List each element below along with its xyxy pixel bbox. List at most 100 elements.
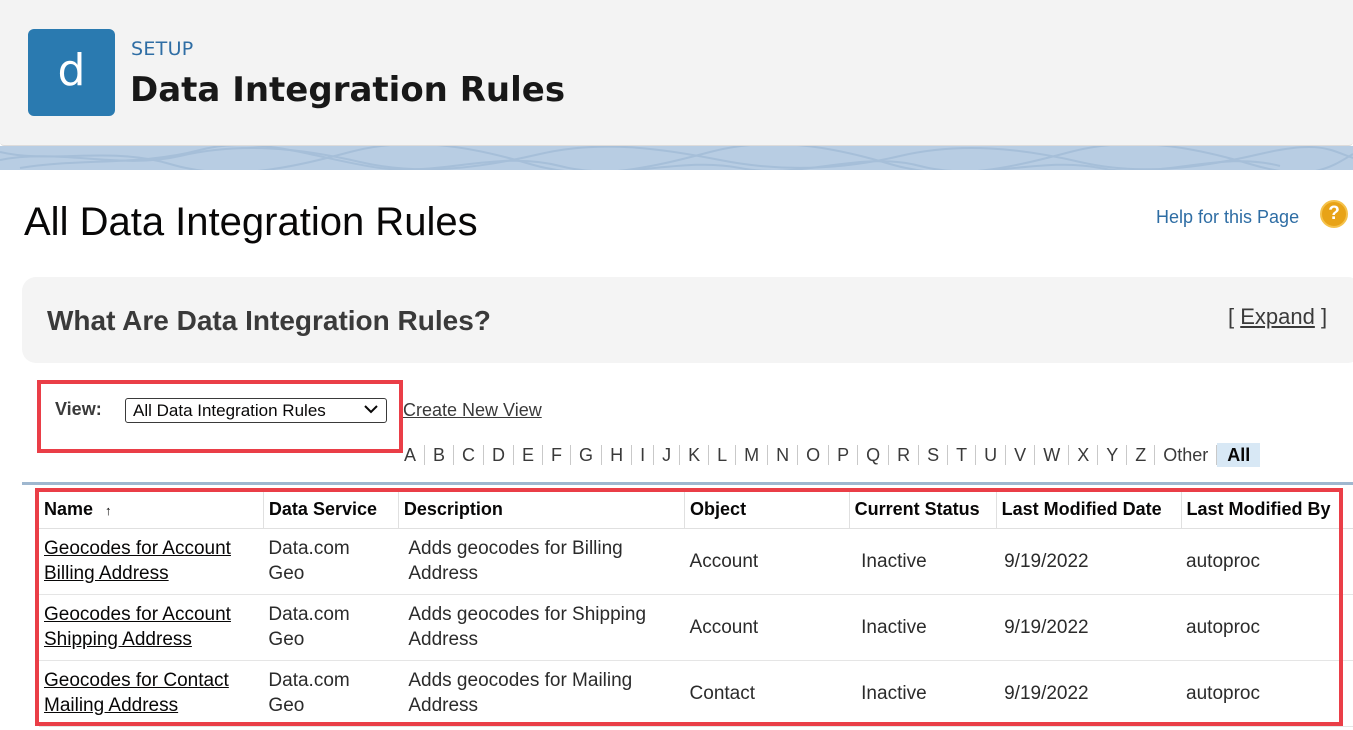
rule-name-link[interactable]: Geocodes for Contact Mailing Address — [44, 670, 229, 716]
cell-object: Account — [684, 594, 850, 661]
alpha-filter: A B C D E F G H I J K L M N O P Q R S T U V W X Y Z Other All — [396, 443, 1261, 467]
column-header-name-label: Name — [44, 499, 94, 520]
service-line2: Geo — [268, 563, 305, 584]
alpha-filter-b[interactable]: B — [425, 445, 455, 465]
alpha-filter-o[interactable]: O — [798, 445, 830, 465]
alpha-filter-i[interactable]: I — [632, 445, 655, 465]
chevron-down-icon — [364, 405, 378, 414]
expand-open-bracket: [ — [1228, 304, 1241, 329]
alpha-filter-a[interactable]: A — [396, 445, 426, 465]
column-header-description[interactable]: Description — [397, 492, 685, 529]
cell-modified-by: autoproc — [1181, 528, 1353, 595]
sort-ascending-icon: ↑ — [105, 503, 112, 519]
setup-breadcrumb[interactable]: SETUP — [131, 38, 194, 60]
cell-data-service: Data.com Geo — [263, 660, 399, 727]
help-link[interactable]: Help for this Page — [1156, 207, 1299, 228]
alpha-filter-g[interactable]: G — [571, 445, 603, 465]
column-header-last-modified-date[interactable]: Last Modified Date — [995, 492, 1182, 529]
desc-line1: Adds geocodes for Billing — [408, 538, 623, 559]
cell-description: Adds geocodes for Shipping Address — [398, 594, 685, 661]
rules-table-container: Name ↑ Data Service Description Object Cu… — [22, 482, 1353, 730]
expand-close-bracket: ] — [1314, 304, 1328, 329]
alpha-filter-n[interactable]: N — [768, 445, 799, 465]
view-label: View: — [55, 399, 102, 419]
topography-pattern-icon — [0, 146, 1353, 170]
alpha-filter-e[interactable]: E — [514, 445, 544, 465]
rules-table: Name ↑ Data Service Description Object Cu… — [39, 492, 1353, 727]
service-line2: Geo — [268, 629, 305, 650]
expand-control: [ Expand ] — [1228, 304, 1327, 330]
column-header-data-service[interactable]: Data Service — [262, 492, 399, 529]
alpha-filter-k[interactable]: K — [680, 445, 710, 465]
cell-modified-by: autoproc — [1181, 594, 1353, 661]
cell-name: Geocodes for Contact Mailing Address — [39, 660, 264, 727]
alpha-filter-all[interactable]: All — [1217, 443, 1261, 467]
alpha-filter-d[interactable]: D — [484, 445, 515, 465]
rule-name-line1: Geocodes for Account — [44, 538, 231, 559]
alpha-filter-u[interactable]: U — [976, 445, 1007, 465]
cell-modified-by: autoproc — [1181, 660, 1353, 727]
alpha-filter-other[interactable]: Other — [1155, 445, 1218, 465]
alpha-filter-x[interactable]: X — [1069, 445, 1099, 465]
cell-object: Account — [684, 528, 850, 595]
header-title: Data Integration Rules — [130, 70, 566, 110]
setup-app-icon: d — [28, 29, 115, 116]
alpha-filter-p[interactable]: P — [829, 445, 859, 465]
alpha-filter-r[interactable]: R — [889, 445, 920, 465]
desc-line1: Adds geocodes for Mailing — [408, 670, 633, 691]
cell-description: Adds geocodes for Billing Address — [398, 528, 685, 595]
alpha-filter-c[interactable]: C — [454, 445, 485, 465]
cell-status: Inactive — [849, 528, 997, 595]
help-icon[interactable]: ? — [1320, 200, 1348, 228]
alpha-filter-f[interactable]: F — [543, 445, 572, 465]
service-line1: Data.com — [268, 538, 350, 559]
alpha-filter-m[interactable]: M — [736, 445, 769, 465]
decorative-band — [0, 146, 1353, 170]
alpha-filter-q[interactable]: Q — [858, 445, 890, 465]
column-header-name[interactable]: Name ↑ — [39, 492, 264, 529]
service-line1: Data.com — [268, 670, 350, 691]
service-line2: Geo — [268, 695, 305, 716]
info-section-title: What Are Data Integration Rules? — [47, 305, 491, 336]
service-line1: Data.com — [268, 604, 350, 625]
desc-line2: Address — [408, 629, 479, 650]
column-header-last-modified-by[interactable]: Last Modified By — [1180, 492, 1353, 529]
view-select-value: All Data Integration Rules — [133, 401, 326, 420]
alpha-filter-t[interactable]: T — [948, 445, 977, 465]
rule-name-line1: Geocodes for Contact — [44, 670, 229, 691]
rule-name-line2: Billing Address — [44, 563, 169, 584]
column-header-object[interactable]: Object — [684, 492, 850, 529]
page-title: All Data Integration Rules — [24, 200, 478, 244]
rule-name-link[interactable]: Geocodes for Account Billing Address — [44, 538, 231, 584]
rule-name-link[interactable]: Geocodes for Account Shipping Address — [44, 604, 231, 650]
table-row: Geocodes for Account Shipping Address Dat… — [39, 594, 1353, 661]
cell-status: Inactive — [849, 660, 997, 727]
table-row: Geocodes for Account Billing Address Data… — [39, 528, 1353, 595]
alpha-filter-l[interactable]: L — [709, 445, 737, 465]
alpha-filter-s[interactable]: S — [919, 445, 949, 465]
alpha-filter-y[interactable]: Y — [1098, 445, 1128, 465]
cell-data-service: Data.com Geo — [263, 594, 399, 661]
rule-name-line2: Mailing Address — [44, 695, 179, 716]
alpha-filter-z[interactable]: Z — [1127, 445, 1156, 465]
alpha-filter-w[interactable]: W — [1035, 445, 1070, 465]
desc-line2: Address — [408, 695, 479, 716]
table-row: Geocodes for Contact Mailing Address Data… — [39, 660, 1353, 727]
main-content: All Data Integration Rules Help for this… — [0, 170, 1353, 730]
cell-modified-date: 9/19/2022 — [996, 660, 1182, 727]
alpha-filter-j[interactable]: J — [654, 445, 681, 465]
cell-modified-date: 9/19/2022 — [996, 528, 1182, 595]
alpha-filter-h[interactable]: H — [602, 445, 633, 465]
cell-name: Geocodes for Account Shipping Address — [39, 594, 264, 661]
desc-line1: Adds geocodes for Shipping — [408, 604, 647, 625]
cell-name: Geocodes for Account Billing Address — [39, 528, 264, 595]
cell-status: Inactive — [849, 594, 997, 661]
view-select[interactable]: All Data Integration Rules — [125, 398, 387, 423]
column-header-current-status[interactable]: Current Status — [848, 492, 997, 529]
alpha-filter-v[interactable]: V — [1006, 445, 1036, 465]
rule-name-line2: Shipping Address — [44, 629, 192, 650]
create-new-view-link[interactable]: Create New View — [403, 400, 542, 421]
info-section: What Are Data Integration Rules? [ Expan… — [22, 277, 1353, 363]
expand-link[interactable]: Expand — [1240, 304, 1315, 329]
cell-description: Adds geocodes for Mailing Address — [398, 660, 685, 727]
